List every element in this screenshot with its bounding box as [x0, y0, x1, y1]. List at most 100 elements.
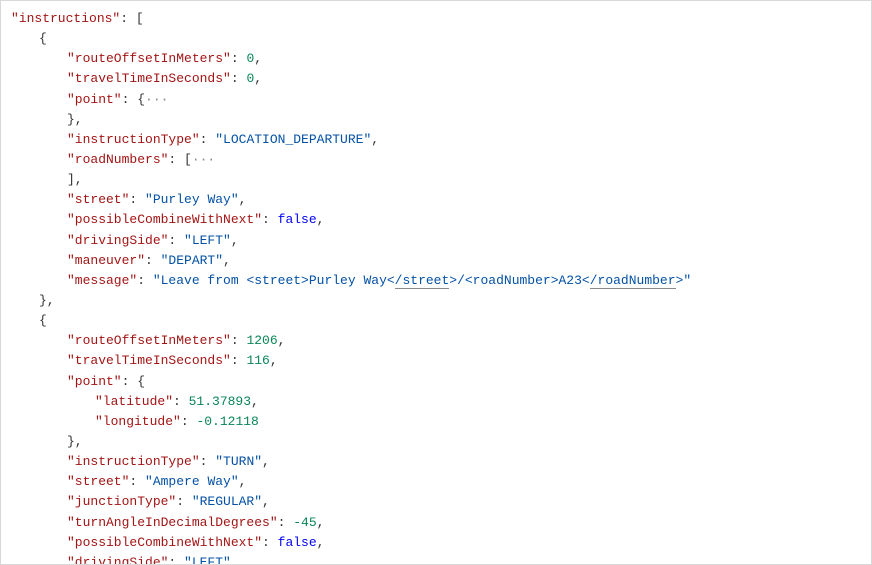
json-punct: , — [223, 253, 231, 268]
json-punct: , — [231, 233, 239, 248]
json-punct: , — [371, 132, 379, 147]
json-punct: , — [254, 71, 262, 86]
code-line: }, — [11, 432, 861, 452]
json-punct: , — [239, 474, 247, 489]
code-line: "drivingSide": "LEFT", — [11, 553, 861, 565]
json-punct: : — [129, 192, 145, 207]
json-number: 116 — [246, 353, 269, 368]
json-punct: ], — [67, 172, 83, 187]
msg-tag-close: /street — [395, 273, 450, 289]
json-punct: : — [200, 132, 216, 147]
code-line: "travelTimeInSeconds": 0, — [11, 69, 861, 89]
json-key: "message" — [67, 273, 137, 288]
json-key: "street" — [67, 474, 129, 489]
json-key: "turnAngleInDecimalDegrees" — [67, 515, 278, 530]
code-line: "street": "Purley Way", — [11, 190, 861, 210]
json-number: -45 — [293, 515, 316, 530]
json-punct: , — [239, 192, 247, 207]
code-line: }, — [11, 291, 861, 311]
json-punct: , — [262, 494, 270, 509]
json-punct: , — [270, 353, 278, 368]
json-punct: : — [278, 515, 294, 530]
code-line: "routeOffsetInMeters": 1206, — [11, 331, 861, 351]
json-key: "point" — [67, 92, 122, 107]
json-string: "REGULAR" — [192, 494, 262, 509]
json-punct: }, — [67, 434, 83, 449]
code-line: "possibleCombineWithNext": false, — [11, 210, 861, 230]
code-line: }, — [11, 110, 861, 130]
fold-ellipsis-icon[interactable]: ··· — [192, 152, 215, 167]
json-string: "LEFT" — [184, 555, 231, 565]
code-line: "longitude": -0.12118 — [11, 412, 861, 432]
code-line: { — [11, 29, 861, 49]
json-key: "maneuver" — [67, 253, 145, 268]
code-line: ], — [11, 170, 861, 190]
code-line: "message": "Leave from <street>Purley Wa… — [11, 271, 861, 291]
json-punct: , — [278, 333, 286, 348]
code-line: "possibleCombineWithNext": false, — [11, 533, 861, 553]
json-punct: : [ — [120, 11, 143, 26]
json-string: "LEFT" — [184, 233, 231, 248]
json-punct: }, — [39, 293, 55, 308]
json-key: "longitude" — [95, 414, 181, 429]
json-punct: , — [317, 515, 325, 530]
json-key: "junctionType" — [67, 494, 176, 509]
json-string: "Leave from <street>Purley Way</street>/… — [153, 273, 691, 289]
fold-ellipsis-icon[interactable]: ··· — [145, 92, 168, 107]
json-punct: , — [254, 51, 262, 66]
json-key: "possibleCombineWithNext" — [67, 212, 262, 227]
json-code-block: "instructions": [ { "routeOffsetInMeters… — [0, 0, 872, 565]
json-punct: : [ — [168, 152, 191, 167]
json-key: "roadNumbers" — [67, 152, 168, 167]
code-line: "drivingSide": "LEFT", — [11, 231, 861, 251]
json-punct: : { — [122, 92, 145, 107]
json-key: "point" — [67, 374, 122, 389]
json-punct: : — [176, 494, 192, 509]
json-key: "travelTimeInSeconds" — [67, 71, 231, 86]
json-string: "LOCATION_DEPARTURE" — [215, 132, 371, 147]
msg-tag-close: /roadNumber — [590, 273, 676, 289]
json-punct: { — [39, 313, 47, 328]
code-line: "turnAngleInDecimalDegrees": -45, — [11, 513, 861, 533]
json-number: 51.37893 — [189, 394, 251, 409]
code-line: "instructionType": "LOCATION_DEPARTURE", — [11, 130, 861, 150]
json-punct: : — [262, 212, 278, 227]
json-punct: , — [262, 454, 270, 469]
msg-part: >/<roadNumber>A23< — [449, 273, 589, 288]
json-key: "instructionType" — [67, 132, 200, 147]
json-key: "routeOffsetInMeters" — [67, 51, 231, 66]
msg-part: >" — [676, 273, 692, 288]
code-line: "point": { — [11, 372, 861, 392]
code-line: "street": "Ampere Way", — [11, 472, 861, 492]
code-line: "instructionType": "TURN", — [11, 452, 861, 472]
json-punct: : — [231, 333, 247, 348]
json-number: 1206 — [246, 333, 277, 348]
code-line: "latitude": 51.37893, — [11, 392, 861, 412]
json-punct: : — [168, 233, 184, 248]
json-punct: }, — [67, 112, 83, 127]
json-key: "drivingSide" — [67, 555, 168, 565]
json-punct: : — [262, 535, 278, 550]
json-punct: , — [317, 535, 325, 550]
json-punct: : — [231, 51, 247, 66]
json-bool: false — [278, 212, 317, 227]
code-line: "junctionType": "REGULAR", — [11, 492, 861, 512]
json-key: "possibleCombineWithNext" — [67, 535, 262, 550]
code-line: "point": {··· — [11, 90, 861, 110]
json-string: "TURN" — [215, 454, 262, 469]
json-bool: false — [278, 535, 317, 550]
json-punct: : — [200, 454, 216, 469]
json-punct: , — [251, 394, 259, 409]
json-punct: : — [145, 253, 161, 268]
json-punct: : — [137, 273, 153, 288]
json-punct: { — [39, 31, 47, 46]
json-punct: : — [231, 71, 247, 86]
json-punct: : — [181, 414, 197, 429]
json-string: "DEPART" — [161, 253, 223, 268]
json-punct: : — [231, 353, 247, 368]
json-punct: , — [231, 555, 239, 565]
json-punct: : — [168, 555, 184, 565]
code-line: { — [11, 311, 861, 331]
json-key: "instructionType" — [67, 454, 200, 469]
json-key: "instructions" — [11, 11, 120, 26]
